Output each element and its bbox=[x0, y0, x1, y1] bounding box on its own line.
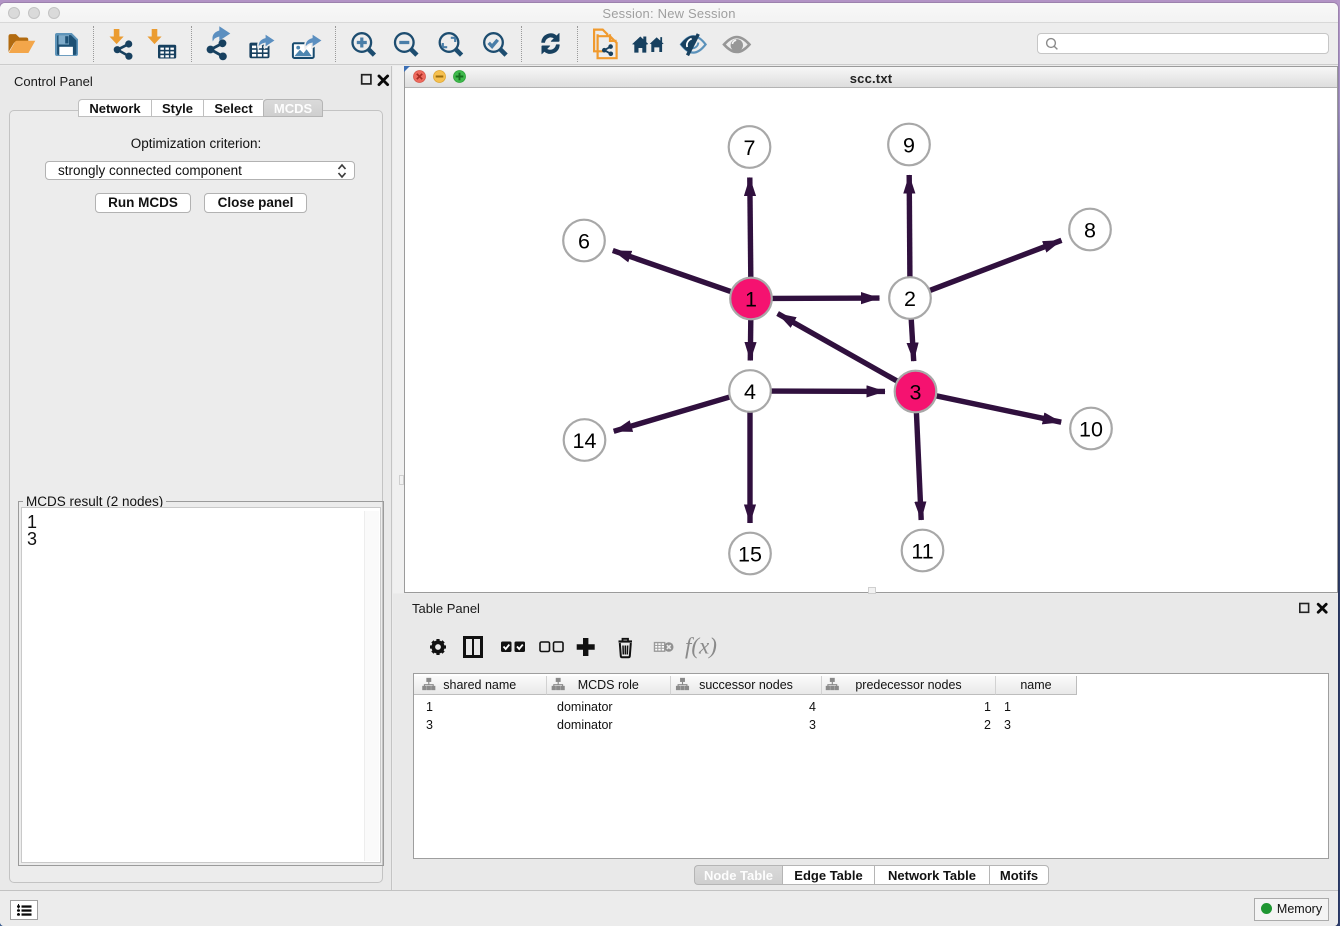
svg-text:3: 3 bbox=[910, 380, 922, 404]
svg-text:9: 9 bbox=[903, 133, 915, 157]
svg-text:15: 15 bbox=[738, 542, 762, 566]
svg-text:1: 1 bbox=[745, 287, 757, 311]
svg-text:6: 6 bbox=[578, 229, 590, 253]
svg-text:7: 7 bbox=[744, 136, 756, 160]
svg-text:2: 2 bbox=[904, 287, 916, 311]
svg-text:10: 10 bbox=[1079, 417, 1103, 441]
svg-text:11: 11 bbox=[911, 539, 933, 563]
svg-text:4: 4 bbox=[744, 380, 756, 404]
svg-text:8: 8 bbox=[1084, 218, 1096, 242]
svg-text:f(x): f(x) bbox=[685, 634, 717, 659]
svg-text:14: 14 bbox=[573, 429, 597, 453]
